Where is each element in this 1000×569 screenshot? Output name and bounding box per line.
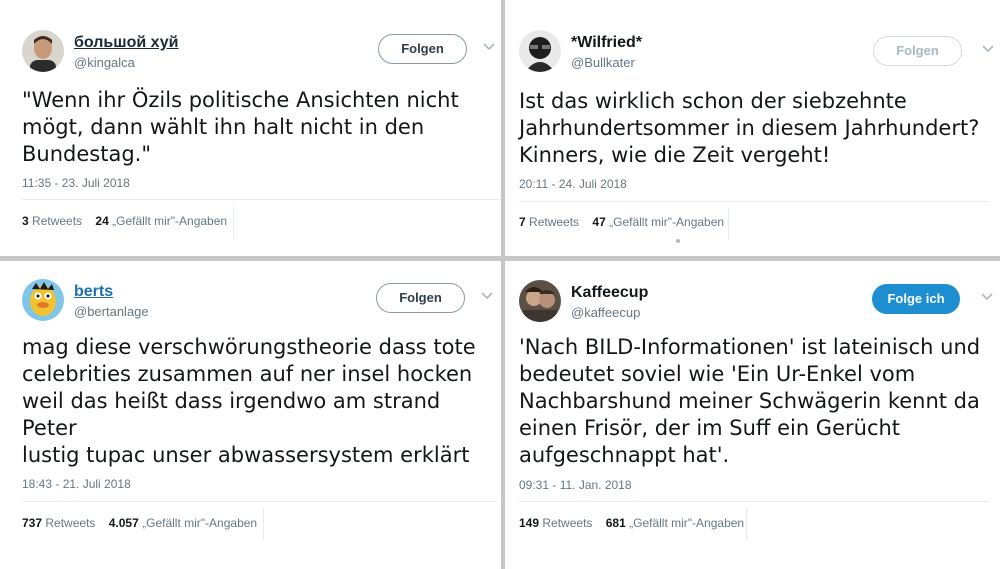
likes-label[interactable]: „Gefällt mir"-Angaben [609,215,724,229]
tweet-text-line: Bundestag." [22,142,151,166]
tweet-stats: 3 Retweets 24 „Gefällt mir"-Angaben [22,214,227,228]
chevron-down-icon[interactable] [480,291,494,305]
scroll-indicator [676,239,680,243]
avatar[interactable] [22,30,64,72]
stats-separator [263,508,264,540]
tweet-timestamp[interactable]: 09:31 - 11. Jan. 2018 [519,478,632,492]
likes-label[interactable]: „Gefällt mir"-Angaben [142,516,257,530]
tweet-header: Kaffeecup @kaffeecup Folge ich [519,280,1000,324]
retweet-count[interactable]: 737 [22,516,42,530]
tweet-card: большой хуй @kingalca Folgen "Wenn ihr Ö… [0,0,501,256]
tweet-timestamp[interactable]: 11:35 - 23. Juli 2018 [22,176,130,190]
tweet-card: *Wilfried* @Bullkater Folgen Ist das wir… [505,0,1000,256]
retweet-count[interactable]: 149 [519,516,539,530]
like-count[interactable]: 4.057 [109,516,139,530]
tweet-header: большой хуй @kingalca Folgen [22,30,501,74]
tweet-text-line: lustig tupac unser abwassersystem erklär… [22,443,470,467]
user-handle: @Bullkater [571,55,635,70]
like-count[interactable]: 24 [95,214,108,228]
tweet-text-line: Kinners, wie die Zeit vergeht! [519,143,831,167]
tweet-text-line: Jahrhundertsommer in diesem Jahrhundert? [519,116,980,140]
user-handle: @bertanlage [74,304,149,319]
tweet-text: mag diese verschwörungstheorie dass tote… [22,334,501,469]
tweet-grid: большой хуй @kingalca Folgen "Wenn ihr Ö… [0,0,1000,569]
stats-separator [746,508,747,540]
like-count[interactable]: 681 [606,516,626,530]
tweet-text-line: mögt, dann wählt ihn halt nicht in den [22,115,425,139]
avatar[interactable] [519,280,561,322]
retweet-count[interactable]: 7 [519,215,526,229]
following-button[interactable]: Folge ich [872,284,960,314]
tweet-text-line: aufgeschnappt hat'. [519,443,730,467]
chevron-down-icon[interactable] [981,44,995,58]
follow-button[interactable]: Folgen [376,283,465,313]
display-name[interactable]: Kaffeecup [571,284,648,302]
tweet-card: berts @bertanlage Folgen mag diese versc… [0,261,501,569]
tweet-header: *Wilfried* @Bullkater Folgen [519,30,1000,74]
retweet-count[interactable]: 3 [22,214,29,228]
likes-label[interactable]: „Gefällt mir"-Angaben [112,214,227,228]
tweet-header: berts @bertanlage Folgen [22,279,501,323]
tweet-text-line: 'Nach BILD-Informationen' ist lateinisch… [519,335,981,359]
like-count[interactable]: 47 [592,215,605,229]
display-name[interactable]: большой хуй [74,34,178,52]
divider [22,501,497,502]
retweets-label[interactable]: Retweets [32,214,82,228]
tweet-text-line: mag diese verschwörungstheorie dass tote [22,335,476,359]
avatar[interactable] [519,30,561,72]
tweet-timestamp[interactable]: 20:11 - 24. Juli 2018 [519,177,627,191]
follow-button[interactable]: Folgen [378,34,467,64]
tweet-text: 'Nach BILD-Informationen' ist lateinisch… [519,334,980,469]
tweet-timestamp[interactable]: 18:43 - 21. Juli 2018 [22,477,131,491]
tweet-text: "Wenn ihr Özils politische Ansichten nic… [22,87,459,168]
chevron-down-icon[interactable] [980,292,994,306]
tweet-text-line: einen Frisör, der im Suff ein Gerücht [519,416,901,440]
user-handle: @kaffeecup [571,305,641,320]
divider [519,201,989,202]
tweet-text-line: celebrities zusammen auf ner insel hocke… [22,362,473,386]
avatar[interactable] [22,279,64,321]
likes-label[interactable]: „Gefällt mir"-Angaben [629,516,744,530]
follow-button[interactable]: Folgen [873,36,962,66]
tweet-stats: 7 Retweets 47 „Gefällt mir"-Angaben [519,215,724,229]
tweet-text-line: Nachbarshund meiner Schwägerin kennt da [519,389,980,413]
tweet-text: Ist das wirklich schon der siebzehnte Ja… [519,88,979,169]
divider [519,501,989,502]
divider [22,199,501,200]
retweets-label[interactable]: Retweets [45,516,95,530]
tweet-text-line: bedeutet soviel wie 'Ein Ur-Enkel vom [519,362,916,386]
retweets-label[interactable]: Retweets [529,215,579,229]
user-handle: @kingalca [74,55,135,70]
display-name[interactable]: *Wilfried* [571,34,642,52]
chevron-down-icon[interactable] [482,42,496,56]
stats-separator [728,208,729,240]
retweets-label[interactable]: Retweets [542,516,592,530]
tweet-stats: 149 Retweets 681 „Gefällt mir"-Angaben [519,516,744,530]
tweet-text-line: "Wenn ihr Özils politische Ansichten nic… [22,88,459,112]
tweet-card: Kaffeecup @kaffeecup Folge ich 'Nach BIL… [505,261,1000,569]
display-name[interactable]: berts [74,283,113,301]
tweet-text-line: weil das heißt dass irgendwo am strand P… [22,389,441,440]
tweet-text-line: Ist das wirklich schon der siebzehnte [519,89,907,113]
stats-separator [233,207,234,239]
tweet-stats: 737 Retweets 4.057 „Gefällt mir"-Angaben [22,516,257,530]
